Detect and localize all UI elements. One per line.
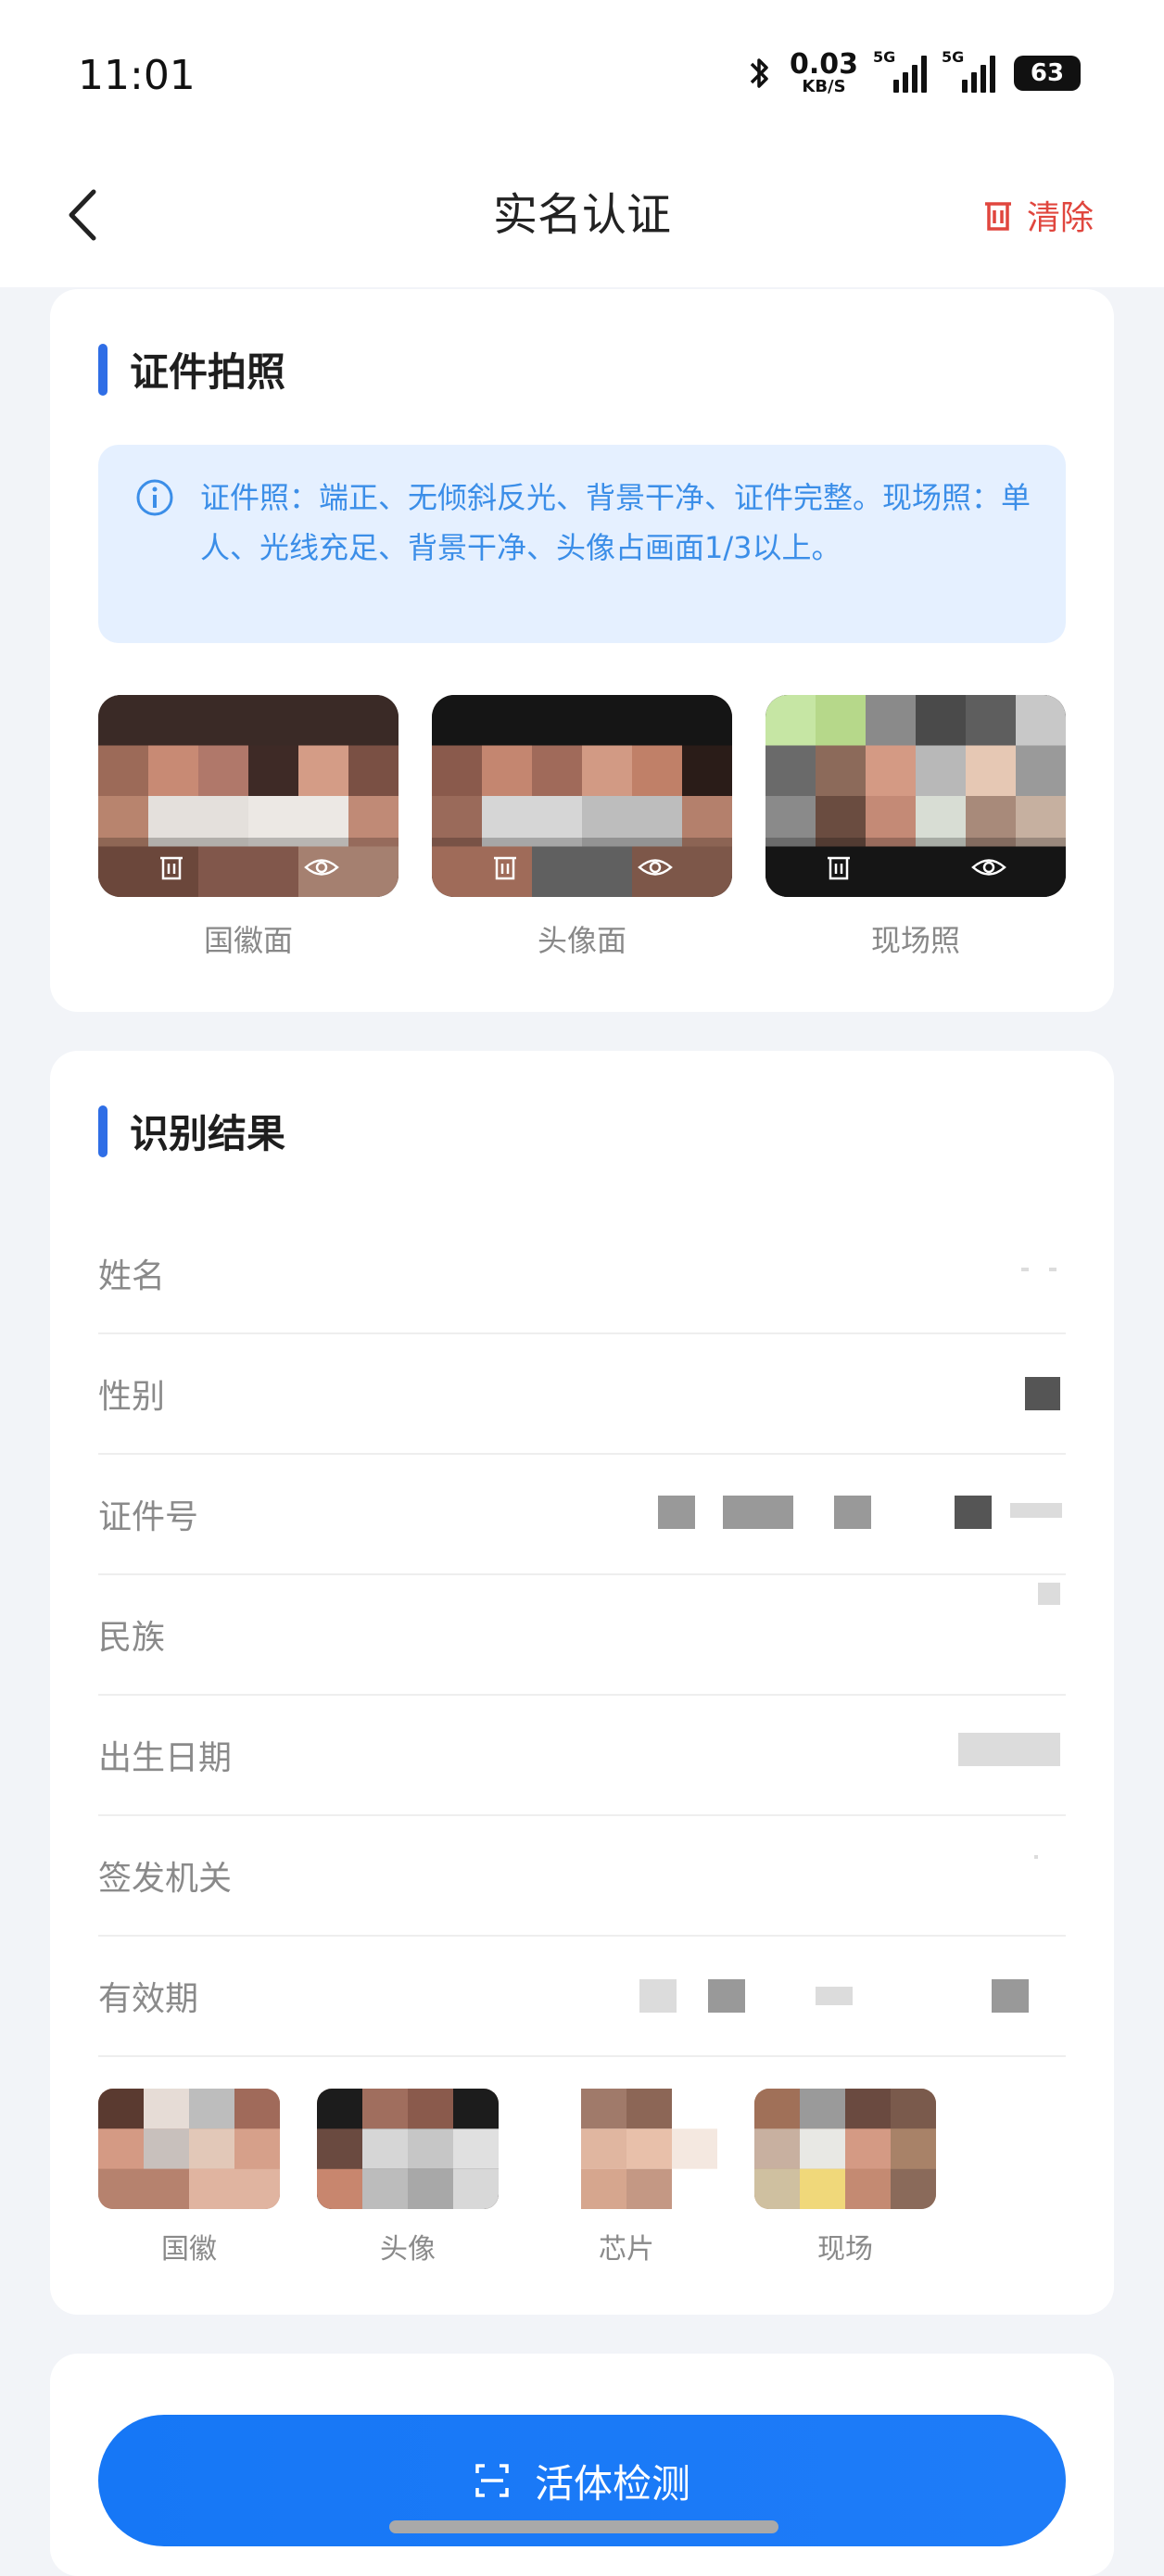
eye-icon[interactable] (638, 853, 673, 881)
face-thumb-emblem[interactable] (98, 2089, 280, 2209)
photo-thumb-live[interactable] (765, 695, 1066, 897)
result-row-birth-date: 出生日期 (98, 1696, 1066, 1816)
photo-row: 国徽面 头像面 现场照 (98, 695, 1066, 960)
face-thumb-chip[interactable] (536, 2089, 717, 2209)
result-row-name: 姓名 (98, 1214, 1066, 1334)
photo-thumb-portrait[interactable] (432, 695, 732, 897)
signal-1-label: 5G (873, 47, 896, 66)
field-value-redacted (1010, 1249, 1066, 1294)
field-value-redacted (917, 1731, 1066, 1775)
field-label: 出生日期 (98, 1739, 233, 1777)
field-value-redacted (1010, 1583, 1066, 1655)
signal-2-label: 5G (942, 47, 965, 66)
photo-section-title: 证件拍照 (98, 341, 285, 398)
face-tile-live[interactable]: 现场 (754, 2089, 936, 2267)
field-value-redacted (639, 1972, 1066, 2016)
pixelated-photo (536, 2089, 717, 2209)
trash-icon (984, 202, 1011, 231)
photo-label-emblem: 国徽面 (203, 923, 293, 958)
net-speed-unit: KB/S (802, 76, 846, 96)
result-row-validity: 有效期 (98, 1937, 1066, 2057)
result-list: 姓名 性别 证件号 民族 出生日期 签发机关 有效期 (98, 1214, 1066, 2057)
field-label: 性别 (98, 1378, 166, 1416)
face-tile-emblem[interactable]: 国徽 (98, 2089, 280, 2267)
field-label: 有效期 (98, 1980, 199, 2018)
clear-button[interactable]: 清除 (982, 178, 1094, 252)
result-section-title: 识别结果 (98, 1103, 285, 1159)
signal-1-icon: 5G (873, 48, 927, 93)
pixelated-photo (754, 2089, 936, 2209)
scan-icon (475, 2464, 509, 2497)
face-label-live: 现场 (817, 2233, 873, 2266)
result-card: 识别结果 姓名 性别 证件号 民族 出生日期 签发机关 有效期 国徽 头像 芯片… (50, 1051, 1114, 2315)
section-accent (98, 1105, 108, 1157)
face-thumb-portrait[interactable] (317, 2089, 499, 2209)
face-thumb-live[interactable] (754, 2089, 936, 2209)
net-speed: 0.03 KB/S (789, 48, 858, 96)
net-speed-value: 0.03 (789, 48, 858, 81)
face-label-chip: 芯片 (599, 2233, 654, 2266)
face-tile-chip[interactable]: 芯片 (536, 2089, 717, 2267)
thumb-actions (765, 838, 1066, 897)
signal-2-icon: 5G (942, 48, 995, 93)
trash-icon[interactable] (158, 853, 185, 881)
result-row-ethnicity: 民族 (98, 1575, 1066, 1696)
thumb-actions (432, 838, 732, 897)
field-value-redacted (658, 1490, 1066, 1534)
result-row-gender: 性别 (98, 1334, 1066, 1455)
photo-tile-emblem[interactable]: 国徽面 (98, 695, 399, 960)
photo-tile-portrait[interactable]: 头像面 (432, 695, 732, 960)
photo-section-title-text: 证件拍照 (130, 349, 286, 395)
clear-label: 清除 (1026, 199, 1094, 237)
pixelated-photo (317, 2089, 499, 2209)
section-accent (98, 343, 108, 396)
pixelated-photo (98, 2089, 280, 2209)
result-row-id-number: 证件号 (98, 1455, 1066, 1575)
photo-thumb-emblem[interactable] (98, 695, 399, 897)
photo-notice: 证件照：端正、无倾斜反光、背景干净、证件完整。现场照：单人、光线充足、背景干净、… (98, 445, 1066, 643)
action-card: 活体检测 (50, 2354, 1114, 2576)
face-row: 国徽 头像 芯片 现场 (98, 2089, 936, 2267)
result-section-title-text: 识别结果 (130, 1111, 286, 1156)
home-indicator[interactable] (389, 2520, 778, 2533)
info-icon (136, 479, 173, 516)
status-time: 11:01 (78, 52, 196, 99)
face-label-portrait: 头像 (380, 2233, 436, 2266)
field-label: 姓名 (98, 1257, 166, 1295)
face-label-emblem: 国徽 (161, 2233, 217, 2266)
trash-icon[interactable] (491, 853, 519, 881)
bluetooth-icon (749, 54, 771, 93)
nav-bar: 实名认证 清除 (0, 148, 1164, 287)
field-value-redacted (1010, 1851, 1066, 1896)
result-row-issuer: 签发机关 (98, 1816, 1066, 1937)
notice-text: 证件照：端正、无倾斜反光、背景干净、证件完整。现场照：单人、光线充足、背景干净、… (200, 480, 1031, 565)
trash-icon[interactable] (825, 853, 853, 881)
photo-label-portrait: 头像面 (537, 923, 626, 958)
field-value-redacted (1010, 1370, 1066, 1414)
field-label: 签发机关 (98, 1860, 233, 1898)
photo-tile-live[interactable]: 现场照 (765, 695, 1066, 960)
status-icons: 0.03 KB/S 5G 5G 63 (749, 48, 1081, 96)
thumb-actions (98, 838, 399, 897)
eye-icon[interactable] (971, 853, 1006, 881)
eye-icon[interactable] (304, 853, 339, 881)
liveness-label: 活体检测 (534, 2460, 690, 2507)
field-label: 民族 (98, 1619, 166, 1657)
photo-label-live: 现场照 (870, 923, 960, 958)
face-tile-portrait[interactable]: 头像 (317, 2089, 499, 2267)
status-bar: 11:01 0.03 KB/S 5G 5G 63 (0, 0, 1164, 148)
photo-card: 证件拍照 证件照：端正、无倾斜反光、背景干净、证件完整。现场照：单人、光线充足、… (50, 289, 1114, 1012)
battery-icon: 63 (1014, 55, 1081, 91)
field-label: 证件号 (98, 1498, 199, 1536)
